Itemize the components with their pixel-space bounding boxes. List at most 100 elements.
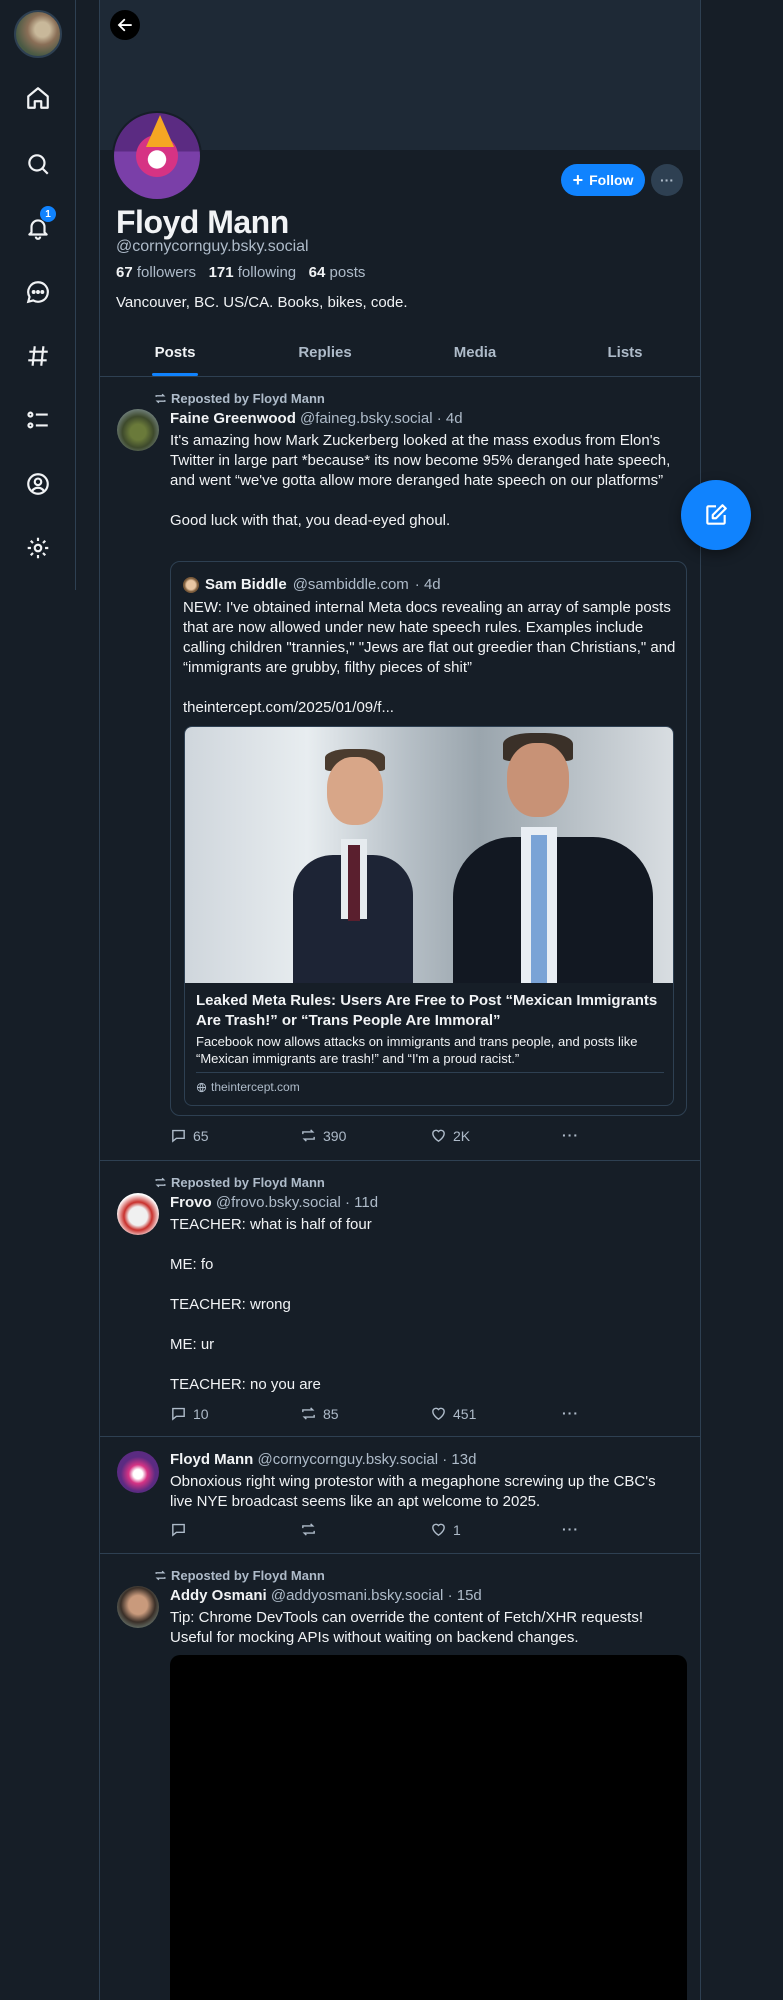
search-icon[interactable] bbox=[18, 144, 58, 184]
reply-button[interactable]: 65 bbox=[170, 1127, 209, 1144]
post-text: It's amazing how Mark Zuckerberg looked … bbox=[170, 432, 671, 529]
arrow-left-icon bbox=[117, 18, 132, 32]
posts-count: 64 posts bbox=[308, 264, 366, 281]
author-handle[interactable]: @cornycornguy.bsky.social bbox=[258, 1451, 439, 1468]
like-button[interactable]: 1 bbox=[430, 1521, 461, 1538]
heart-icon bbox=[432, 1407, 445, 1421]
link-card-description: Facebook now allows attacks on immigrant… bbox=[196, 1034, 638, 1066]
profile-stats: 67 followers 171 following 64 posts bbox=[116, 264, 365, 281]
author-name[interactable]: Floyd Mann bbox=[170, 1451, 253, 1468]
quote-author-avatar bbox=[183, 576, 199, 593]
globe-icon bbox=[196, 1082, 207, 1092]
compose-icon bbox=[706, 504, 727, 525]
reply-button[interactable]: 10 bbox=[170, 1405, 209, 1422]
gear-icon[interactable] bbox=[18, 528, 58, 568]
reply-icon bbox=[172, 1407, 185, 1421]
chat-icon[interactable] bbox=[18, 272, 58, 312]
following-link[interactable]: 171 following bbox=[209, 264, 297, 281]
feed-post[interactable]: Floyd Mann @cornycornguy.bsky.social · 1… bbox=[100, 1437, 700, 1554]
hashtag-icon[interactable] bbox=[18, 336, 58, 376]
followers-link[interactable]: 67 followers bbox=[116, 264, 196, 281]
profile-icon[interactable] bbox=[18, 464, 58, 504]
post-text: TEACHER: what is half of four ME: fo TEA… bbox=[170, 1216, 372, 1393]
bell-icon[interactable]: 1 bbox=[18, 206, 58, 248]
tab-replies[interactable]: Replies bbox=[250, 330, 400, 376]
profile-more-button[interactable]: ··· bbox=[651, 164, 683, 196]
my-avatar[interactable] bbox=[14, 10, 62, 58]
post-actions: 10 85 451 ··· bbox=[170, 1405, 590, 1425]
left-nav: 1 bbox=[0, 0, 76, 590]
post-video[interactable] bbox=[170, 1655, 687, 2000]
profile-avatar[interactable] bbox=[112, 111, 202, 201]
quote-time: · 4d bbox=[414, 576, 441, 593]
post-more-button[interactable]: ··· bbox=[562, 1405, 579, 1421]
link-card[interactable]: Leaked Meta Rules: Users Are Free to Pos… bbox=[184, 726, 674, 1106]
post-header: Addy Osmani @addyosmani.bsky.social · 15… bbox=[170, 1587, 482, 1604]
author-avatar[interactable] bbox=[117, 1193, 159, 1235]
author-name[interactable]: Addy Osmani bbox=[170, 1587, 267, 1604]
feed-post[interactable]: Reposted by Floyd Mann Faine Greenwood @… bbox=[100, 377, 700, 1161]
quote-header: Sam Biddle @sambiddle.com · 4d bbox=[183, 576, 441, 593]
repost-icon bbox=[155, 393, 166, 404]
quote-text: NEW: I've obtained internal Meta docs re… bbox=[183, 599, 676, 716]
follow-button[interactable]: + Follow bbox=[561, 164, 645, 196]
plus-icon: + bbox=[572, 170, 584, 190]
quoted-post[interactable]: Sam Biddle @sambiddle.com · 4d NEW: I've… bbox=[170, 561, 687, 1116]
author-name[interactable]: Faine Greenwood bbox=[170, 410, 296, 427]
like-button[interactable]: 2K bbox=[430, 1127, 470, 1144]
heart-icon bbox=[432, 1523, 445, 1537]
feed-post[interactable]: Reposted by Floyd Mann Frovo @frovo.bsky… bbox=[100, 1161, 700, 1437]
compose-button[interactable] bbox=[681, 480, 751, 550]
profile-tabs: Posts Replies Media Lists bbox=[100, 330, 700, 377]
author-handle[interactable]: @frovo.bsky.social bbox=[216, 1194, 341, 1211]
like-button[interactable]: 451 bbox=[430, 1405, 476, 1422]
post-header: Floyd Mann @cornycornguy.bsky.social · 1… bbox=[170, 1451, 476, 1468]
author-handle[interactable]: @addyosmani.bsky.social bbox=[271, 1587, 444, 1604]
post-time[interactable]: · 13d bbox=[442, 1451, 476, 1468]
author-avatar[interactable] bbox=[117, 1451, 159, 1493]
home-icon[interactable] bbox=[18, 78, 58, 118]
repost-icon bbox=[302, 1523, 315, 1536]
display-name: Floyd Mann bbox=[116, 204, 289, 240]
profile-bio: Vancouver, BC. US/CA. Books, bikes, code… bbox=[116, 294, 408, 311]
repost-icon bbox=[302, 1407, 315, 1420]
repost-button[interactable] bbox=[300, 1521, 323, 1538]
repost-icon bbox=[302, 1129, 315, 1142]
repost-button[interactable]: 85 bbox=[300, 1405, 339, 1422]
quote-author-name: Sam Biddle bbox=[205, 576, 287, 593]
tab-posts[interactable]: Posts bbox=[100, 330, 250, 376]
post-more-button[interactable]: ··· bbox=[562, 1127, 579, 1143]
post-time[interactable]: · 4d bbox=[437, 410, 463, 427]
link-card-domain: theintercept.com bbox=[196, 1080, 300, 1094]
back-button[interactable] bbox=[110, 10, 140, 40]
follow-label: Follow bbox=[589, 172, 634, 188]
author-avatar[interactable] bbox=[117, 1586, 159, 1628]
repost-icon bbox=[155, 1177, 166, 1188]
post-header: Faine Greenwood @faineg.bsky.social · 4d bbox=[170, 410, 463, 427]
link-card-title: Leaked Meta Rules: Users Are Free to Pos… bbox=[196, 992, 658, 1029]
tab-lists[interactable]: Lists bbox=[550, 330, 700, 376]
author-avatar[interactable] bbox=[117, 409, 159, 451]
post-time[interactable]: · 15d bbox=[448, 1587, 482, 1604]
repost-indicator: Reposted by Floyd Mann bbox=[154, 1568, 325, 1583]
reply-icon bbox=[172, 1129, 185, 1143]
repost-button[interactable]: 390 bbox=[300, 1127, 346, 1144]
heart-icon bbox=[432, 1129, 445, 1143]
list-icon[interactable] bbox=[18, 400, 58, 440]
link-card-divider bbox=[196, 1072, 664, 1073]
reply-button[interactable] bbox=[170, 1521, 193, 1538]
link-card-image bbox=[185, 727, 673, 983]
profile-feed: + Follow ··· Floyd Mann @cornycornguy.bs… bbox=[99, 0, 701, 2000]
tab-media[interactable]: Media bbox=[400, 330, 550, 376]
repost-indicator: Reposted by Floyd Mann bbox=[154, 391, 325, 406]
post-actions: 1 ··· bbox=[170, 1521, 590, 1541]
author-handle[interactable]: @faineg.bsky.social bbox=[300, 410, 433, 427]
post-text: Tip: Chrome DevTools can override the co… bbox=[170, 1609, 648, 1646]
post-text: Obnoxious right wing protestor with a me… bbox=[170, 1473, 660, 1510]
quote-author-handle: @sambiddle.com bbox=[292, 576, 409, 593]
author-name[interactable]: Frovo bbox=[170, 1194, 212, 1211]
repost-icon bbox=[155, 1570, 166, 1581]
post-time[interactable]: · 11d bbox=[345, 1194, 378, 1211]
repost-indicator: Reposted by Floyd Mann bbox=[154, 1175, 325, 1190]
post-more-button[interactable]: ··· bbox=[562, 1521, 579, 1537]
